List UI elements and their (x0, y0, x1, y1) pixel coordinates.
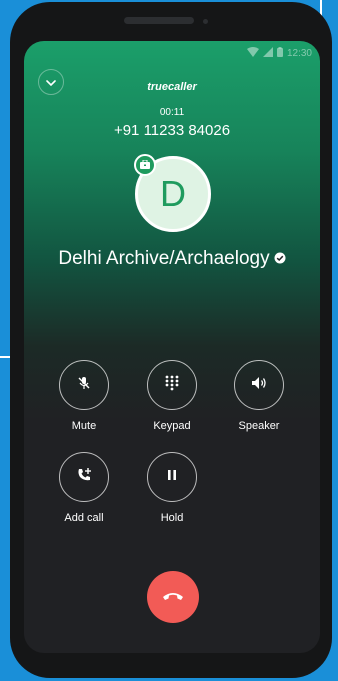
earpiece-speaker (124, 17, 194, 24)
phone-number: +91 11233 84026 (113, 122, 231, 139)
business-badge (134, 154, 156, 176)
add-call-icon (76, 467, 92, 488)
keypad-action: Keypad (136, 360, 208, 432)
call-timer: 00:11 (159, 107, 185, 118)
mic-off-icon (76, 375, 92, 396)
status-bar: 12:30 (24, 41, 320, 61)
add-call-button[interactable] (59, 452, 109, 502)
end-call-button[interactable] (147, 571, 199, 623)
speaker-label: Speaker (238, 420, 280, 432)
briefcase-icon (140, 156, 150, 174)
verified-check-icon (274, 248, 286, 270)
hang-up-icon (162, 588, 184, 606)
truecaller-logo: truecaller (147, 81, 197, 93)
avatar-letter: D (160, 173, 186, 214)
speaker-icon (251, 376, 267, 395)
call-screen: 12:30 truecaller 00:11 +91 11233 84026 D… (24, 41, 320, 653)
mute-action: Mute (48, 360, 120, 432)
signal-icon (262, 44, 273, 62)
wifi-icon (246, 44, 259, 62)
caller-name-text: Delhi Archive/Archaelogy (58, 248, 270, 269)
keypad-button[interactable] (147, 360, 197, 410)
status-time: 12:30 (286, 47, 312, 59)
speaker-action: Speaker (223, 360, 295, 432)
hold-label: Hold (160, 512, 184, 524)
mute-label: Mute (71, 420, 97, 432)
caller-name: Delhi Archive/Archaelogy (24, 248, 320, 270)
hold-button[interactable] (147, 452, 197, 502)
add-call-action: Add call (48, 452, 120, 524)
keypad-label: Keypad (153, 420, 191, 432)
speaker-button[interactable] (234, 360, 284, 410)
hold-action: Hold (136, 452, 208, 524)
front-camera (203, 19, 208, 24)
battery-icon (276, 44, 283, 62)
dialpad-icon (165, 375, 179, 396)
mute-button[interactable] (59, 360, 109, 410)
add-call-label: Add call (64, 512, 104, 524)
pause-icon (167, 468, 177, 486)
